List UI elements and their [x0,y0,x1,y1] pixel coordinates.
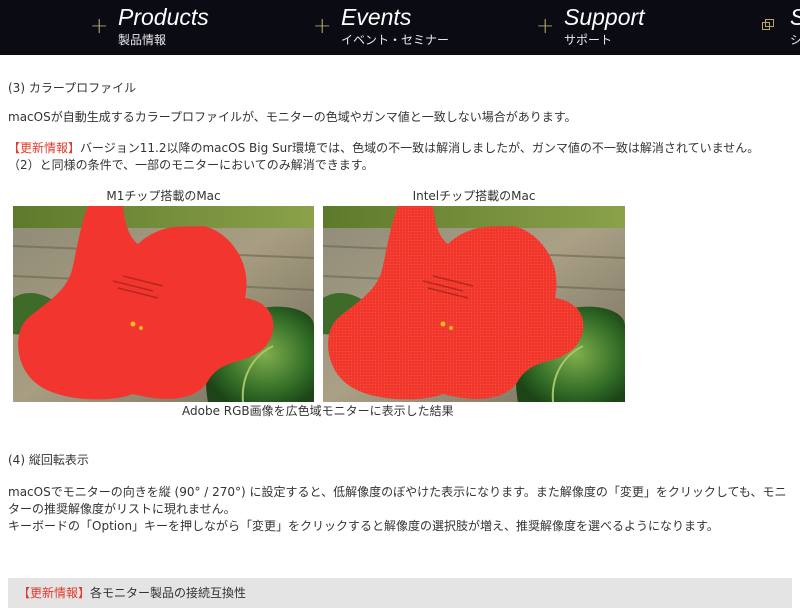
section4-body1: macOSでモニターの向きを縦 (90° / 270°) に設定すると、低解像度… [8,485,787,499]
nav-shop-sublabel: シ [790,33,800,47]
section3-body: macOSが自動生成するカラープロファイルが、モニターの色域やガンマ値と一致しな… [8,110,577,124]
update-tag: 【更新情報】 [8,141,81,155]
main-content: (3) カラープロファイル macOSが自動生成するカラープロファイルが、モニタ… [0,55,800,608]
section3-heading: (3) カラープロファイル [8,81,137,95]
plus-icon: + [536,14,555,39]
nav-products-sublabel: 製品情報 [118,33,167,47]
nav-events-sublabel: イベント・セミナー [341,33,450,47]
photo-m1-image [13,206,314,402]
section4-body3: キーボードの「Option」キーを押しながら「変更」をクリックすると解像度の選択… [8,519,719,533]
nav-support-sublabel: サポート [564,33,613,47]
section3-update-line: 【更新情報】バージョン11.2以降のmacOS Big Sur環境では、色域の不… [8,139,759,157]
plus-icon: + [90,14,109,39]
external-window-icon [762,19,774,30]
top-navigation: + Products 製品情報 + Events イベント・セミナー + Sup… [0,0,800,55]
update-text: バージョン11.2以降のmacOS Big Sur環境では、色域の不一致は解消し… [80,141,760,155]
figure-caption: Adobe RGB画像を広色域モニターに表示した結果 [182,404,454,418]
section4-heading: (4) 縦回転表示 [8,453,89,467]
photo-intel-image [323,206,625,402]
bottom-update-text: 各モニター製品の接続互換性 [90,586,247,600]
nav-events-label: Events [341,4,412,30]
section3-update-line2: （2）と同様の条件で、一部のモニターにおいてのみ解消できます。 [8,158,374,172]
figure-left-title: M1チップ搭載のMac [106,189,221,203]
nav-products-label: Products [118,4,209,30]
nav-shop-label: S [790,4,800,31]
plus-icon: + [313,14,332,39]
nav-support-label: Support [564,4,645,30]
figure-right-title: Intelチップ搭載のMac [412,189,536,203]
bottom-update-tag: 【更新情報】 [18,586,91,600]
photo-intel-mac [323,206,625,402]
photo-m1-mac [13,206,314,402]
update-banner[interactable]: 【更新情報】各モニター製品の接続互換性 [8,578,792,608]
section4-body2: ターの推奨解像度がリストに現れません。 [8,502,236,516]
